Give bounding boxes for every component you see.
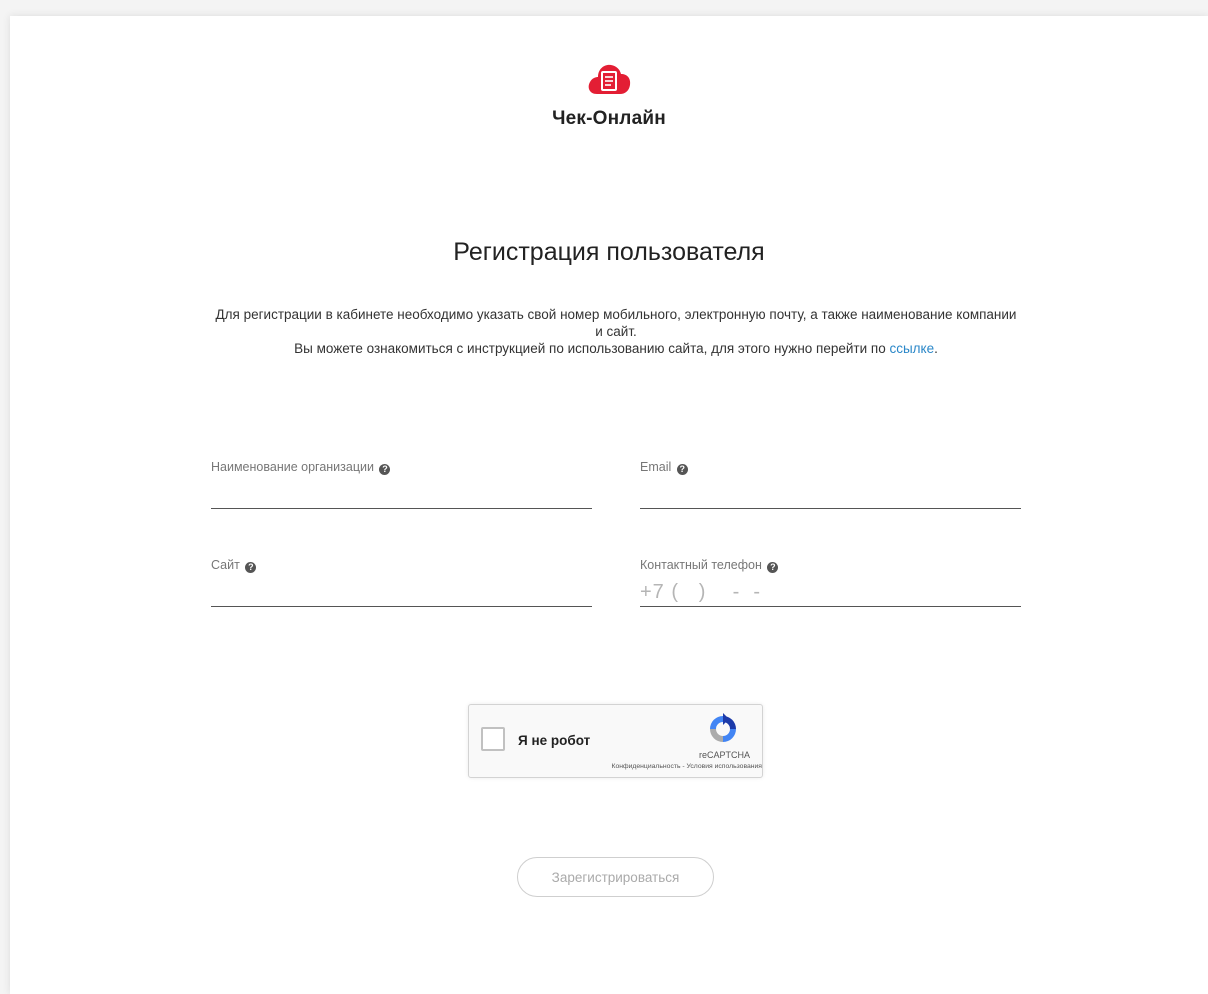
register-button[interactable]: Зарегистрироваться	[517, 857, 714, 897]
email-label-text: Email	[640, 460, 672, 474]
organization-label: Наименование организации ?	[211, 460, 391, 475]
email-label: Email ?	[640, 460, 688, 475]
question-circle-icon[interactable]: ?	[767, 562, 779, 573]
question-circle-icon[interactable]: ?	[676, 464, 688, 475]
intro-line-1: Для регистрации в кабинете необходимо ук…	[215, 307, 1017, 339]
intro-line-2-suffix: .	[934, 341, 938, 356]
privacy-link[interactable]: Конфиденциальность	[612, 763, 681, 770]
site-input[interactable]	[211, 578, 592, 607]
organization-field: Наименование организации ?	[211, 460, 592, 520]
intro-line-2-prefix: Вы можете ознакомиться с инструкцией по …	[294, 341, 890, 356]
intro-line-2: Вы можете ознакомиться с инструкцией по …	[210, 340, 1022, 357]
brand-name: Чек-Онлайн	[552, 108, 666, 129]
instruction-link[interactable]: ссылке	[889, 341, 934, 356]
phone-input[interactable]	[640, 578, 1021, 607]
site-label-text: Сайт	[211, 558, 240, 572]
recaptcha-logo-icon	[710, 713, 736, 742]
email-field: Email ?	[640, 460, 1021, 520]
site-label: Сайт ?	[211, 558, 257, 573]
recaptcha-checkbox[interactable]	[481, 727, 505, 751]
cloud-receipt-icon	[588, 64, 631, 94]
organization-input[interactable]	[211, 480, 592, 509]
recaptcha-links: Конфиденциальность - Условия использован…	[612, 763, 762, 770]
question-circle-icon[interactable]: ?	[245, 562, 257, 573]
email-input[interactable]	[640, 480, 1021, 509]
organization-label-text: Наименование организации	[211, 460, 374, 474]
page-title: Регистрация пользователя	[453, 238, 765, 266]
terms-link[interactable]: Условия использования	[687, 763, 762, 770]
intro-text: Для регистрации в кабинете необходимо ук…	[210, 306, 1022, 357]
recaptcha-label: Я не робот	[518, 733, 591, 748]
registration-card: Чек-Онлайн Регистрация пользователя Для …	[10, 16, 1208, 994]
phone-label-text: Контактный телефон	[640, 558, 762, 572]
phone-label: Контактный телефон ?	[640, 558, 779, 573]
question-circle-icon[interactable]: ?	[379, 464, 391, 475]
brand-logo: Чек-Онлайн	[10, 60, 1208, 130]
phone-field: Контактный телефон ?	[640, 558, 1021, 618]
site-field: Сайт ?	[211, 558, 592, 618]
recaptcha-widget: Я не робот reCAPTCHA Конфиденциальность …	[468, 704, 763, 778]
recaptcha-brand: reCAPTCHA	[698, 750, 750, 760]
